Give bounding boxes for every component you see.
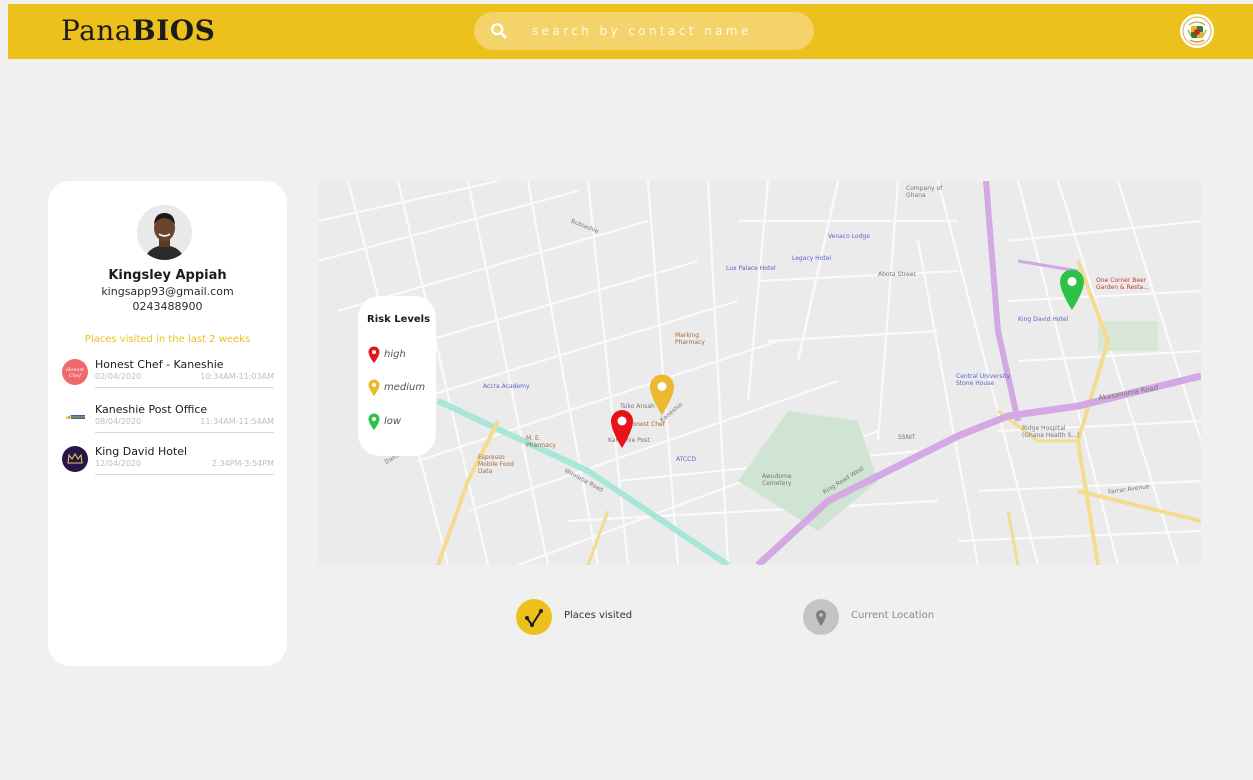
app-logo[interactable]: PanaBIOS: [61, 14, 215, 47]
place-date: 12/04/2020: [95, 459, 142, 468]
list-item[interactable]: Kaneshie Post Office 08/04/2020 11:34AM-…: [61, 403, 274, 450]
map-label: Awudome Cemetery: [762, 473, 792, 487]
king-david-logo: [62, 446, 88, 472]
logo-text-pana: Pana: [61, 14, 133, 47]
profile-card: Kingsley Appiah kingsapp93@gmail.com 024…: [48, 181, 287, 666]
map-label: Espresso Mobile Food Data: [478, 454, 514, 475]
map-label: Company of Ghana: [906, 185, 943, 199]
route-icon[interactable]: [516, 599, 552, 635]
profile-name: Kingsley Appiah: [108, 268, 227, 283]
current-location-toggle[interactable]: Current Location: [803, 599, 953, 637]
map-label: Ridge Hospital (Ghana Health S...): [1022, 425, 1080, 439]
map-label: Legacy Hotel: [792, 255, 832, 262]
map-label: One Corner Beer Garden & Resta...: [1096, 277, 1149, 291]
map-label: SSNIT: [898, 434, 916, 441]
list-item[interactable]: Honest Chef Honest Chef - Kaneshie 02/04…: [61, 358, 274, 405]
visits-title: Places visited in the last 2 weeks: [84, 334, 251, 345]
place-name: King David Hotel: [95, 445, 188, 458]
current-location-label: Current Location: [851, 610, 935, 621]
places-visited-toggle[interactable]: Places visited: [516, 599, 656, 637]
profile-email: kingsapp93@gmail.com: [101, 285, 234, 298]
divider: [95, 474, 274, 475]
map-label: Central University Stone House: [956, 373, 1011, 387]
honest-chef-logo: Honest Chef: [62, 359, 88, 385]
place-name: Kaneshie Post Office: [95, 403, 208, 416]
map-label: Accra Academy: [483, 383, 530, 390]
coat-of-arms-icon[interactable]: [1180, 14, 1214, 48]
risk-levels-legend: Risk Levels high medium low: [358, 296, 436, 456]
map-label: Venaco Lodge: [828, 233, 870, 240]
low-risk-marker-icon: [368, 413, 380, 430]
place-date: 08/04/2020: [95, 417, 142, 426]
place-name: Honest Chef - Kaneshie: [95, 358, 224, 371]
search-icon[interactable]: [490, 22, 508, 40]
map-label: Lux Palace Hotel: [726, 265, 776, 272]
map-label: ATCCD: [676, 456, 696, 463]
medium-risk-marker-icon: [368, 379, 380, 396]
legend-label-high: high: [384, 349, 406, 360]
legend-label-low: low: [384, 416, 402, 427]
avatar[interactable]: [137, 205, 192, 260]
risk-levels-title: Risk Levels: [367, 314, 431, 325]
search-bar[interactable]: [474, 12, 814, 50]
profile-phone: 0243488900: [132, 300, 203, 313]
place-time: 11:34AM-11:54AM: [200, 417, 274, 426]
places-visited-label: Places visited: [564, 610, 633, 621]
map-view[interactable]: Company of Ghana Venaco Lodge Legacy Hot…: [318, 181, 1201, 565]
legend-label-medium: medium: [384, 382, 426, 393]
ghana-post-logo: [62, 404, 88, 430]
map-background: [318, 181, 1201, 565]
map-label: King David Hotel: [1018, 316, 1069, 323]
place-time: 2:34PM-3:54PM: [211, 459, 274, 468]
list-item[interactable]: King David Hotel 12/04/2020 2:34PM-3:54P…: [61, 445, 274, 492]
place-time: 10:34AM-11:03AM: [200, 372, 274, 381]
divider: [95, 432, 274, 433]
map-label: Marking Pharmacy: [675, 332, 705, 346]
medium-risk-pin[interactable]: [649, 374, 675, 416]
top-bar: PanaBIOS: [8, 4, 1253, 59]
search-input[interactable]: [530, 16, 800, 46]
logo-text-bios: BIOS: [132, 14, 216, 47]
divider: [95, 387, 274, 388]
low-risk-pin[interactable]: [1059, 269, 1085, 311]
place-date: 02/04/2020: [95, 372, 142, 381]
svg-text:Chef: Chef: [69, 373, 82, 379]
map-label: M. E. Pharmacy: [526, 435, 556, 449]
map-label: Abota Street: [878, 271, 916, 278]
high-risk-marker-icon: [368, 346, 380, 363]
high-risk-pin[interactable]: [610, 409, 634, 449]
location-pin-icon[interactable]: [803, 599, 839, 635]
